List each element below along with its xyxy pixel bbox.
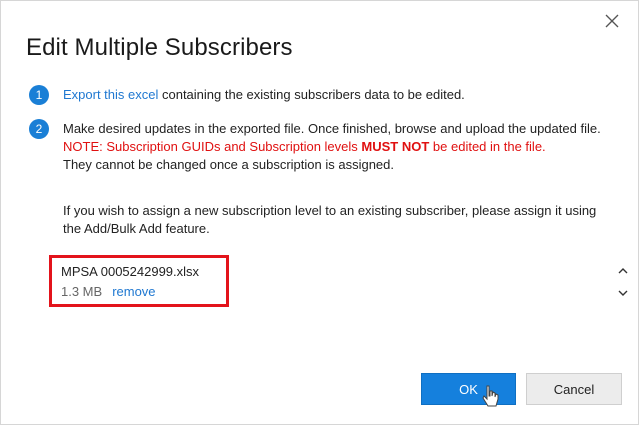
- step-2-text: Make desired updates in the exported fil…: [63, 119, 608, 174]
- step-1-text: Export this excel containing the existin…: [63, 85, 608, 104]
- step-2-badge: 2: [29, 119, 49, 139]
- file-list-scrollbar[interactable]: [617, 265, 629, 301]
- cancel-button[interactable]: Cancel: [526, 373, 622, 405]
- uploaded-file-highlight: MPSA 0005242999.xlsx 1.3 MB remove: [49, 255, 229, 307]
- step-2-description: Make desired updates in the exported fil…: [63, 121, 601, 136]
- remove-file-link[interactable]: remove: [112, 284, 155, 299]
- note-prefix: NOTE: Subscription GUIDs and Subscriptio…: [63, 139, 362, 154]
- step-2-after-note: They cannot be changed once a subscripti…: [63, 157, 394, 172]
- step-1-badge: 1: [29, 85, 49, 105]
- step-1-description: containing the existing subscribers data…: [158, 87, 465, 102]
- export-excel-link[interactable]: Export this excel: [63, 87, 158, 102]
- step-2-note: NOTE: Subscription GUIDs and Subscriptio…: [63, 138, 608, 156]
- info-text: If you wish to assign a new subscription…: [63, 203, 597, 236]
- step-1: 1 Export this excel containing the exist…: [29, 85, 608, 105]
- note-suffix: be edited in the file.: [429, 139, 546, 154]
- file-name: MPSA 0005242999.xlsx: [61, 264, 200, 279]
- step-2: 2 Make desired updates in the exported f…: [29, 119, 608, 174]
- dialog-title: Edit Multiple Subscribers: [26, 34, 293, 61]
- edit-multiple-subscribers-dialog: Edit Multiple Subscribers 1 Export this …: [0, 0, 639, 425]
- scroll-up-icon[interactable]: [617, 265, 629, 277]
- mouse-cursor-icon: [482, 385, 499, 407]
- file-size: 1.3 MB: [61, 284, 103, 299]
- file-meta: 1.3 MB remove: [61, 284, 156, 299]
- close-icon[interactable]: [603, 12, 621, 30]
- note-emphasis: MUST NOT: [361, 139, 430, 154]
- scroll-down-icon[interactable]: [617, 287, 629, 299]
